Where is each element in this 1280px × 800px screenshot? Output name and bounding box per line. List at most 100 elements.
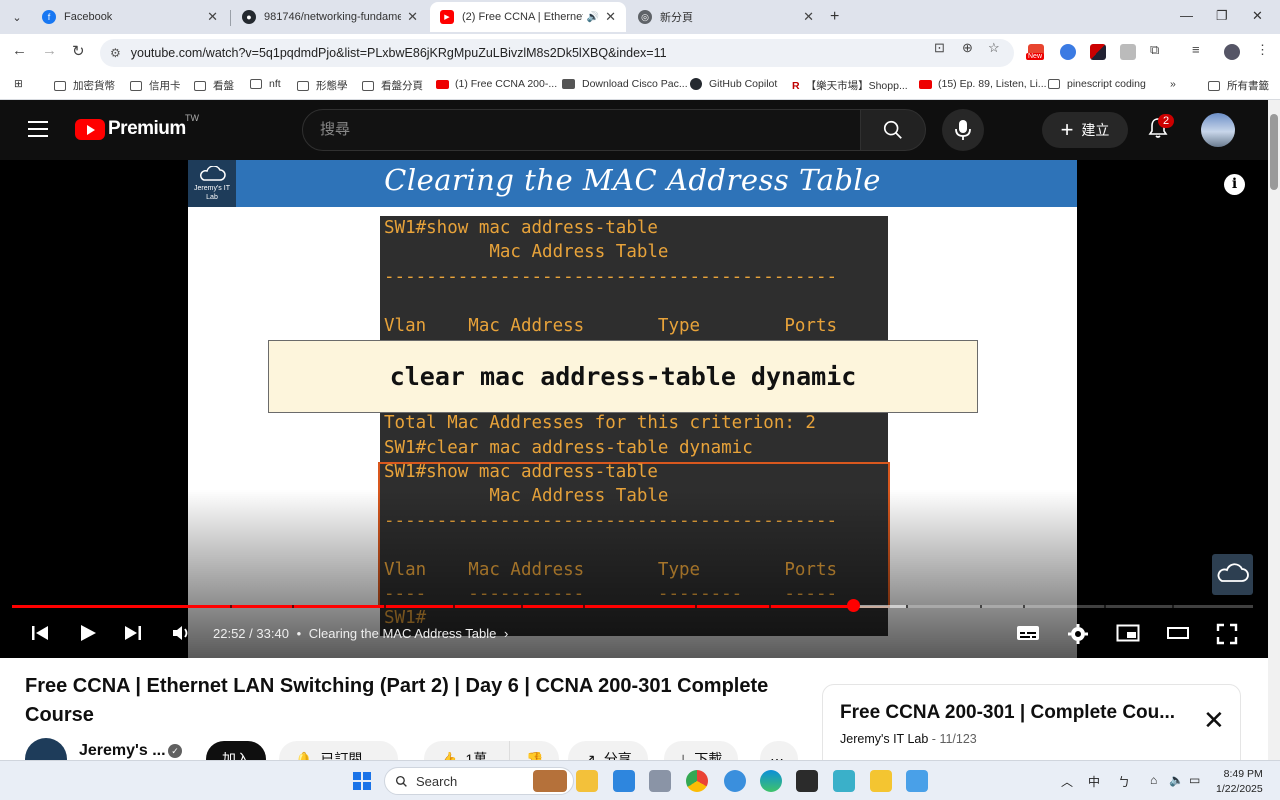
extensions-puzzle-icon[interactable]: ⧉ [1150, 42, 1159, 58]
video-player[interactable]: Clearing the MAC Address Table Jeremy's … [0, 160, 1268, 658]
all-bookmarks-folder[interactable]: 所有書籤 [1208, 78, 1269, 93]
bookmark-folder[interactable]: 加密貨幣 [54, 78, 115, 93]
channel-watermark[interactable] [1212, 554, 1253, 595]
tab-search-button[interactable]: ⌄ [6, 6, 28, 28]
search-input[interactable]: 搜尋 [302, 109, 862, 151]
tab-strip: ⌄ f Facebook ✕ ● 981746/networking-funda… [0, 0, 1280, 34]
chrome-taskbar-icon[interactable] [686, 770, 708, 792]
media-control-icon[interactable]: ≡ [1192, 42, 1200, 57]
system-clock[interactable]: 8:49 PM 1/22/2025 [1216, 767, 1263, 797]
bookmark-github-copilot[interactable]: GitHub Copilot [690, 78, 777, 90]
profile-avatar[interactable] [1224, 44, 1240, 60]
subtitles-icon[interactable] [1016, 623, 1040, 643]
address-bar[interactable]: ⚙ youtube.com/watch?v=5q1pqdmdPjo&list=P… [100, 39, 1014, 67]
bookmark-star-icon[interactable]: ☆ [988, 40, 1000, 56]
cloud-logo-icon [1217, 563, 1249, 582]
extension-icon[interactable] [1090, 44, 1106, 60]
close-tab-icon[interactable]: ✕ [407, 9, 418, 25]
settings-gear-icon[interactable] [1067, 623, 1089, 645]
notepad-icon[interactable] [906, 770, 928, 792]
scrollbar-thumb[interactable] [1270, 114, 1278, 190]
app-icon[interactable] [649, 770, 671, 792]
bookmarks-bar: ⊞ 加密貨幣 信用卡 看盤 nft 形態學 看盤分頁 (1) Free CCNA… [0, 70, 1280, 100]
chapter-title[interactable]: Clearing the MAC Address Table [309, 626, 497, 641]
page-scrollbar[interactable] [1268, 100, 1280, 760]
close-window-icon[interactable]: ✕ [1252, 8, 1263, 24]
fullscreen-icon[interactable] [1216, 623, 1238, 645]
app-icon[interactable] [724, 770, 746, 792]
more-bookmarks-icon[interactable]: » [1170, 78, 1176, 90]
playlist-title[interactable]: Free CCNA 200-301 | Complete Cou... [840, 702, 1175, 724]
windows-start-icon[interactable] [353, 772, 371, 790]
next-icon[interactable] [123, 623, 143, 643]
search-icon [395, 775, 407, 787]
play-icon[interactable] [78, 623, 98, 643]
network-icon[interactable]: ⌂ [1150, 773, 1157, 787]
chevron-right-icon[interactable]: › [504, 626, 508, 641]
bookmark-cisco[interactable]: Download Cisco Pac... [562, 78, 688, 90]
search-button[interactable] [860, 109, 926, 151]
account-avatar[interactable] [1201, 113, 1235, 147]
voice-search-button[interactable] [942, 109, 984, 151]
app-icon[interactable] [613, 770, 635, 792]
channel-name[interactable]: Jeremy's ... [79, 742, 166, 760]
youtube-header: Premium TW 搜尋 + 建立 2 [0, 100, 1268, 160]
miniplayer-icon[interactable] [1116, 623, 1140, 643]
progress-bar[interactable] [12, 605, 1253, 608]
close-tab-icon[interactable]: ✕ [803, 9, 814, 25]
theater-mode-icon[interactable] [1166, 623, 1190, 643]
battery-icon[interactable]: ▭ [1189, 773, 1200, 787]
close-tab-icon[interactable]: ✕ [605, 9, 616, 25]
bookmark-rakuten[interactable]: R 【樂天市場】Shopp... [792, 78, 908, 93]
site-info-icon[interactable]: ⚙ [110, 46, 121, 60]
install-app-icon[interactable]: ⊡ [934, 40, 945, 56]
youtube-premium-logo[interactable]: Premium TW [75, 113, 199, 140]
forward-icon[interactable]: → [42, 42, 57, 59]
close-tab-icon[interactable]: ✕ [207, 9, 218, 25]
new-tab-button[interactable]: + [830, 8, 839, 26]
ime-mode-icon[interactable]: ㄅ [1118, 773, 1130, 790]
tab-facebook[interactable]: f Facebook ✕ [32, 2, 228, 32]
zoom-icon[interactable]: ⊕ [962, 40, 973, 56]
close-playlist-icon[interactable]: ✕ [1203, 707, 1225, 733]
bookmark-folder[interactable]: 看盤分頁 [362, 78, 423, 93]
speaker-icon[interactable]: 🔈 [1169, 773, 1184, 787]
restore-icon[interactable]: ❐ [1216, 8, 1228, 24]
back-icon[interactable]: ← [12, 42, 27, 59]
app-icon[interactable] [833, 770, 855, 792]
minimize-icon[interactable]: — [1180, 8, 1193, 23]
terminal-line: Total Mac Addresses for this criterion: … [384, 413, 816, 434]
plus-icon: + [1060, 117, 1074, 142]
apps-grid-icon[interactable]: ⊞ [14, 78, 23, 90]
input-method-indicator[interactable]: 中 [1088, 773, 1100, 790]
tab-youtube-active[interactable]: ▶ (2) Free CCNA | Ethernet LA 🔊 ✕ [430, 2, 626, 32]
taskbar-search[interactable]: Search [384, 767, 574, 795]
chapter-marker [452, 605, 455, 608]
bookmark-folder[interactable]: nft [250, 78, 281, 90]
tab-github[interactable]: ● 981746/networking-fundament ✕ [232, 2, 428, 32]
chrome-menu-icon[interactable]: ⋮ [1256, 42, 1269, 58]
extension-icon[interactable] [1060, 44, 1076, 60]
reload-icon[interactable]: ↻ [72, 42, 85, 60]
file-explorer-icon[interactable] [576, 770, 598, 792]
menu-hamburger-icon[interactable] [28, 121, 48, 137]
bookmark-folder[interactable]: pinescript coding [1048, 78, 1146, 90]
app-icon[interactable] [870, 770, 892, 792]
volume-icon[interactable] [171, 623, 193, 643]
extension-icon[interactable] [1120, 44, 1136, 60]
bookmark-folder[interactable]: 看盤 [194, 78, 234, 93]
bookmark-folder[interactable]: 形態學 [297, 78, 348, 93]
chapter-marker [582, 605, 585, 608]
create-button[interactable]: + 建立 [1042, 112, 1128, 148]
tray-chevron-up-icon[interactable]: ︿ [1061, 773, 1073, 790]
edge-icon[interactable] [760, 770, 782, 792]
bookmark-youtube[interactable]: (1) Free CCNA 200-... [436, 78, 557, 90]
bookmark-youtube[interactable]: (15) Ep. 89, Listen, Li... [919, 78, 1047, 90]
info-icon[interactable]: i [1224, 174, 1245, 195]
bookmark-folder[interactable]: 信用卡 [130, 78, 181, 93]
tab-new-tab[interactable]: ◎ 新分頁 ✕ [628, 2, 824, 32]
terminal-icon[interactable] [796, 770, 818, 792]
audio-playing-icon[interactable]: 🔊 [587, 12, 599, 23]
previous-icon[interactable] [30, 623, 50, 643]
time-display: 22:52 / 33:40 • Clearing the MAC Address… [213, 626, 509, 641]
